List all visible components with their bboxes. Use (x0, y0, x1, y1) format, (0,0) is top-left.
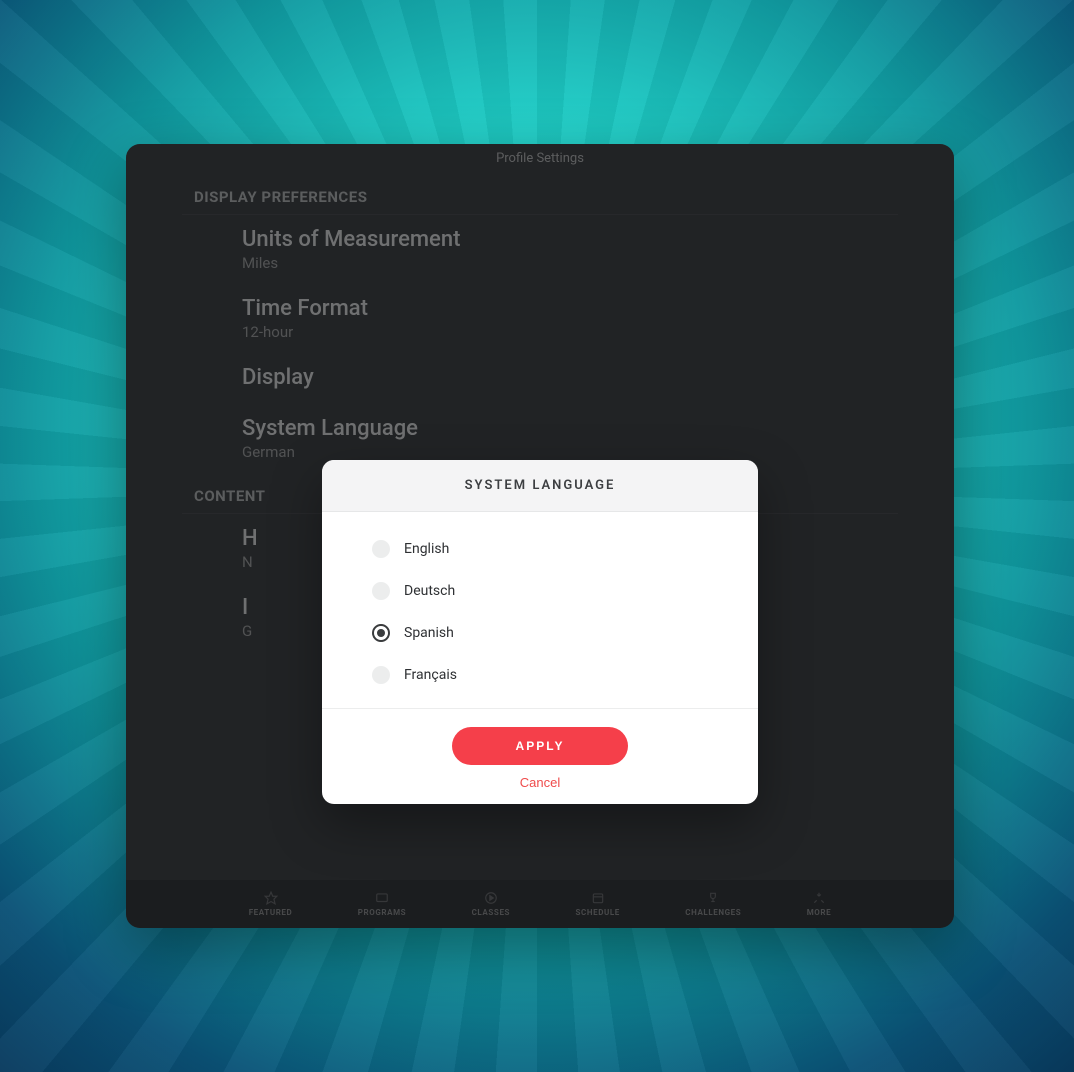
system-language-modal: SYSTEM LANGUAGE English Deutsch Spanish … (322, 460, 758, 804)
option-label: English (404, 541, 449, 557)
page-background: Profile Settings DISPLAY PREFERENCES Uni… (0, 0, 1074, 1072)
radio-icon (372, 540, 390, 558)
radio-icon (372, 624, 390, 642)
apply-button[interactable]: APPLY (452, 727, 628, 765)
option-label: Français (404, 667, 457, 683)
option-francais[interactable]: Français (322, 654, 758, 696)
language-options: English Deutsch Spanish Français (322, 512, 758, 708)
option-english[interactable]: English (322, 528, 758, 570)
option-deutsch[interactable]: Deutsch (322, 570, 758, 612)
radio-icon (372, 582, 390, 600)
modal-title: SYSTEM LANGUAGE (322, 460, 758, 512)
option-spanish[interactable]: Spanish (322, 612, 758, 654)
option-label: Spanish (404, 625, 454, 641)
device-frame: Profile Settings DISPLAY PREFERENCES Uni… (126, 144, 954, 928)
radio-icon (372, 666, 390, 684)
option-label: Deutsch (404, 583, 455, 599)
modal-footer: APPLY Cancel (322, 708, 758, 804)
cancel-button[interactable]: Cancel (520, 775, 560, 790)
